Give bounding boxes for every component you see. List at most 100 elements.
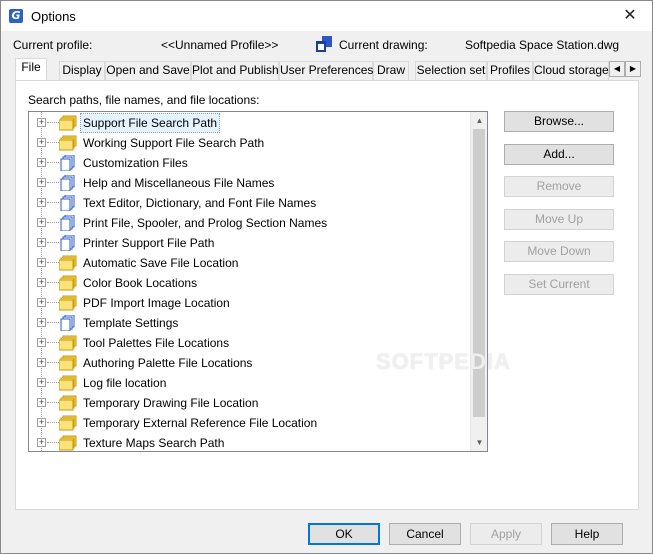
tree-item[interactable]: + Print File, Spooler, and Prolog Section… bbox=[29, 213, 469, 233]
tab-scroll-right-button[interactable]: ▶ bbox=[625, 61, 641, 77]
tree-vertical-scrollbar[interactable]: ▲ ▼ bbox=[470, 112, 487, 451]
expand-icon[interactable]: + bbox=[37, 138, 46, 147]
tree-item[interactable]: + Working Support File Search Path bbox=[29, 133, 469, 153]
tree-item-label[interactable]: Temporary External Reference File Locati… bbox=[81, 414, 319, 432]
expand-icon[interactable]: + bbox=[37, 178, 46, 187]
tree-item[interactable]: + Temporary External Reference File Locat… bbox=[29, 413, 469, 433]
folder-stack-icon bbox=[58, 255, 77, 271]
apply-button[interactable]: Apply bbox=[470, 523, 542, 545]
search-paths-tree[interactable]: + Support File Search Path + Working Suppor… bbox=[28, 111, 488, 452]
tree-item-label[interactable]: Automatic Save File Location bbox=[81, 254, 240, 272]
tree-item[interactable]: + Help and Miscellaneous File Names bbox=[29, 173, 469, 193]
expand-icon[interactable]: + bbox=[37, 278, 46, 287]
tree-item-label[interactable]: Working Support File Search Path bbox=[81, 134, 266, 152]
document-stack-icon bbox=[59, 234, 77, 252]
add-button[interactable]: Add... bbox=[504, 144, 614, 165]
tree-item-label[interactable]: Text Editor, Dictionary, and Font File N… bbox=[81, 194, 318, 212]
ok-button[interactable]: OK bbox=[308, 523, 380, 545]
expand-icon[interactable]: + bbox=[37, 418, 46, 427]
title-bar: G Options ✕ bbox=[1, 1, 652, 31]
tab-open-and-save[interactable]: Open and Save bbox=[105, 61, 191, 80]
tree-item[interactable]: + Temporary Drawing File Location bbox=[29, 393, 469, 413]
tree-item-label[interactable]: Customization Files bbox=[81, 154, 190, 172]
tree-item[interactable]: + Support File Search Path bbox=[29, 113, 469, 133]
close-button[interactable]: ✕ bbox=[608, 1, 652, 31]
tree-item[interactable]: + Automatic Save File Location bbox=[29, 253, 469, 273]
folder-stack-icon bbox=[58, 435, 77, 451]
file-tab-panel: Search paths, file names, and file locat… bbox=[15, 80, 639, 510]
expand-icon[interactable]: + bbox=[37, 358, 46, 367]
tab-selection-set[interactable]: Selection set bbox=[415, 61, 487, 80]
folder-stack-icon bbox=[58, 375, 77, 391]
folder-stack-icon bbox=[58, 415, 77, 431]
expand-icon[interactable]: + bbox=[37, 338, 46, 347]
expand-icon[interactable]: + bbox=[37, 298, 46, 307]
tab-user-preferences[interactable]: User Preferences bbox=[279, 61, 373, 80]
move-down-button[interactable]: Move Down bbox=[504, 241, 614, 262]
expand-icon[interactable]: + bbox=[37, 198, 46, 207]
tree-item-label[interactable]: PDF Import Image Location bbox=[81, 294, 232, 312]
tree-item[interactable]: + PDF Import Image Location bbox=[29, 293, 469, 313]
tree-item[interactable]: + Text Editor, Dictionary, and Font File … bbox=[29, 193, 469, 213]
cancel-button[interactable]: Cancel bbox=[389, 523, 461, 545]
tree-item-label[interactable]: Temporary Drawing File Location bbox=[81, 394, 260, 412]
expand-icon[interactable]: + bbox=[37, 118, 46, 127]
remove-button[interactable]: Remove bbox=[504, 176, 614, 197]
tree-item[interactable]: + Customization Files bbox=[29, 153, 469, 173]
browse-button[interactable]: Browse... bbox=[504, 111, 614, 132]
tab-plot-and-publish[interactable]: Plot and Publish bbox=[191, 61, 279, 80]
tree-item-label[interactable]: Tool Palettes File Locations bbox=[81, 334, 231, 352]
tree-item-label[interactable]: Support File Search Path bbox=[79, 113, 221, 133]
scroll-up-icon[interactable]: ▲ bbox=[471, 112, 487, 129]
expand-icon[interactable]: + bbox=[37, 218, 46, 227]
tree-item-label[interactable]: Help and Miscellaneous File Names bbox=[81, 174, 276, 192]
tree-item[interactable]: + Color Book Locations bbox=[29, 273, 469, 293]
folder-stack-icon bbox=[58, 295, 77, 311]
tree-connector bbox=[47, 362, 59, 363]
tab-profiles[interactable]: Profiles bbox=[487, 61, 533, 80]
document-stack-icon bbox=[59, 314, 77, 332]
tree-item-label[interactable]: Template Settings bbox=[81, 314, 180, 332]
move-up-button[interactable]: Move Up bbox=[504, 209, 614, 230]
tree-item[interactable]: + Log file location bbox=[29, 373, 469, 393]
folder-stack-icon bbox=[58, 395, 77, 411]
expand-icon[interactable]: + bbox=[37, 318, 46, 327]
tree-item[interactable]: + Template Settings bbox=[29, 313, 469, 333]
expand-icon[interactable]: + bbox=[37, 258, 46, 267]
tree-connector bbox=[47, 322, 59, 323]
tree-item-label[interactable]: Color Book Locations bbox=[81, 274, 199, 292]
tree-item-label[interactable]: Printer Support File Path bbox=[81, 234, 216, 252]
folder-stack-icon bbox=[58, 335, 77, 351]
expand-icon[interactable]: + bbox=[37, 378, 46, 387]
tree-item-label[interactable]: Authoring Palette File Locations bbox=[81, 354, 254, 372]
app-logo-icon: G bbox=[9, 9, 23, 23]
help-button[interactable]: Help bbox=[551, 523, 623, 545]
tree-connector bbox=[47, 162, 59, 163]
tab-scroll-left-button[interactable]: ◀ bbox=[609, 61, 625, 77]
document-stack-icon bbox=[59, 214, 77, 232]
tree-item[interactable]: + Printer Support File Path bbox=[29, 233, 469, 253]
tree-item[interactable]: + Texture Maps Search Path bbox=[29, 433, 469, 451]
tree-item-label[interactable]: Log file location bbox=[81, 374, 168, 392]
tree-item-label[interactable]: Texture Maps Search Path bbox=[81, 434, 226, 451]
scroll-down-icon[interactable]: ▼ bbox=[471, 434, 487, 451]
current-drawing-value: Softpedia Space Station.dwg bbox=[465, 38, 620, 52]
window-title: Options bbox=[31, 9, 76, 24]
tree-connector bbox=[47, 142, 59, 143]
tab-draw[interactable]: Draw bbox=[373, 61, 409, 80]
folder-stack-icon bbox=[58, 135, 77, 151]
expand-icon[interactable]: + bbox=[37, 398, 46, 407]
tab-cloud-storage[interactable]: Cloud storage bbox=[533, 61, 609, 80]
drawing-file-icon bbox=[316, 36, 332, 52]
tree-connector bbox=[47, 182, 59, 183]
tree-connector bbox=[47, 442, 59, 443]
expand-icon[interactable]: + bbox=[37, 158, 46, 167]
tab-strip: File Display Open and Save Plot and Publ… bbox=[15, 58, 641, 80]
set-current-button[interactable]: Set Current bbox=[504, 274, 614, 295]
expand-icon[interactable]: + bbox=[37, 238, 46, 247]
tree-item-label[interactable]: Print File, Spooler, and Prolog Section … bbox=[81, 214, 329, 232]
tab-file[interactable]: File bbox=[15, 58, 47, 80]
folder-stack-icon bbox=[58, 275, 77, 291]
expand-icon[interactable]: + bbox=[37, 438, 46, 447]
tab-display[interactable]: Display bbox=[59, 61, 105, 80]
